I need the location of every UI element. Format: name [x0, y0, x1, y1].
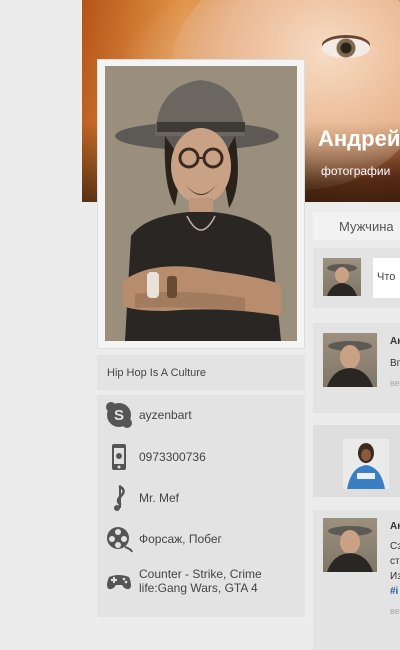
photos-link[interactable]: фотографии — [321, 164, 390, 178]
gender-label: Мужчина — [313, 212, 400, 240]
music-value: Mr. Mef — [139, 491, 180, 505]
profile-info-list: S ayzenbart 0973300736 Mr. Mef Форсаж, П… — [97, 395, 305, 617]
avatar-illustration — [105, 66, 297, 341]
post-hashtag[interactable]: #i — [390, 586, 400, 597]
avatar[interactable] — [105, 66, 297, 341]
info-row-movies: Форсаж, Побег — [105, 525, 222, 553]
info-row-games: Counter - Strike, Crime life:Gang Wars, … — [105, 567, 279, 595]
phone-icon — [112, 444, 126, 470]
games-value: Counter - Strike, Crime life:Gang Wars, … — [139, 567, 262, 595]
post-text-line-2: ст — [390, 556, 400, 567]
post-text-line-3: Из — [390, 571, 400, 582]
skype-icon: S — [106, 402, 132, 428]
movies-value: Форсаж, Побег — [139, 532, 222, 546]
feed-post: Ан Вп веч — [313, 323, 400, 413]
info-row-music: Mr. Mef — [105, 484, 179, 512]
info-row-phone: 0973300736 — [105, 443, 206, 471]
svg-text:S: S — [114, 407, 124, 424]
music-note-icon — [114, 484, 125, 511]
info-row-skype: S ayzenbart — [105, 401, 192, 429]
feed-post-2: Ан Сэ ст Из #i веч — [313, 510, 400, 650]
gamepad-icon — [107, 575, 131, 590]
film-reel-icon — [107, 527, 133, 553]
post-time: веч — [390, 378, 400, 388]
post-author-avatar-2[interactable] — [323, 518, 377, 572]
post-text: Вп — [390, 358, 400, 369]
post-author-avatar[interactable] — [323, 333, 377, 387]
post-text-line-1: Сэ — [390, 541, 400, 552]
post-input[interactable]: Что — [373, 258, 400, 298]
post-author-name[interactable]: Ан — [390, 336, 400, 347]
shared-photo-post — [313, 425, 400, 497]
profile-name: Андрей — [318, 126, 400, 151]
post-time-2: веч — [390, 606, 400, 616]
post-author-name-2[interactable]: Ан — [390, 521, 400, 532]
skype-value: ayzenbart — [139, 408, 192, 422]
shared-photo[interactable] — [343, 439, 389, 489]
bio-status: Hip Hop Is A Culture — [97, 355, 305, 390]
phone-value: 0973300736 — [139, 450, 206, 464]
composer-avatar — [323, 258, 361, 296]
